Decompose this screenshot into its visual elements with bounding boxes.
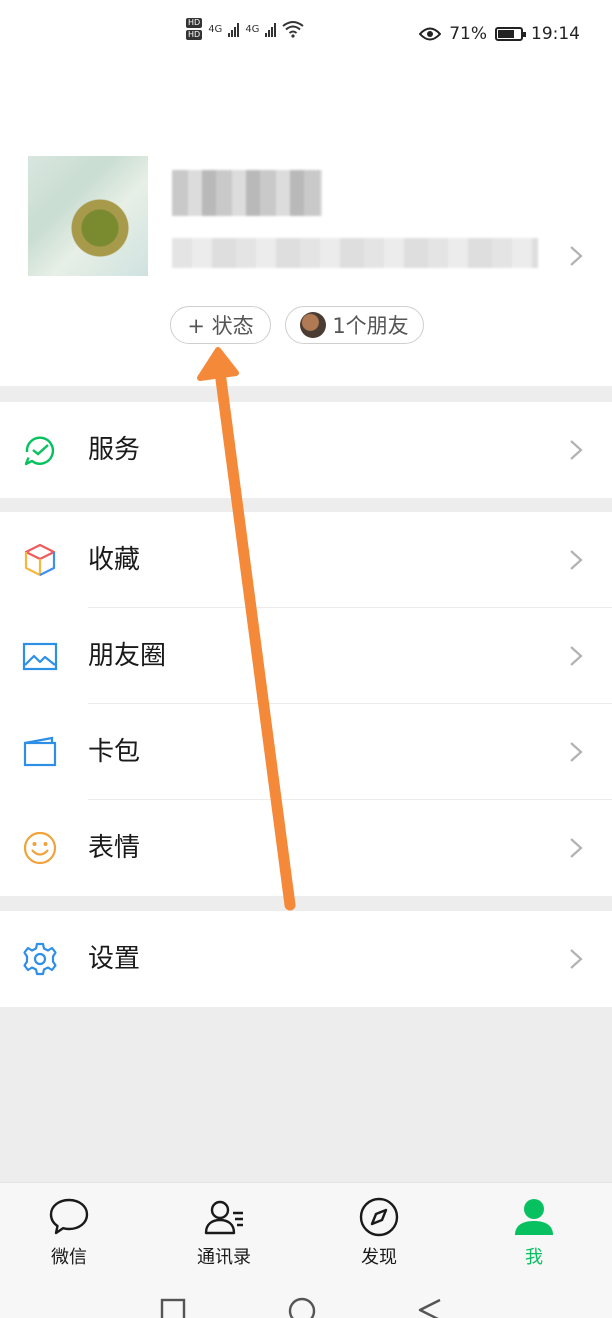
favorites-cube-icon (24, 543, 56, 577)
menu-item-favorites[interactable]: 收藏 (0, 512, 612, 608)
contacts-icon (204, 1200, 243, 1235)
tab-contacts-label: 通讯录 (197, 1247, 251, 1268)
chat-bubble-icon (49, 1198, 89, 1235)
tab-discover[interactable]: 发现 (329, 1195, 429, 1271)
add-status-button[interactable]: + 状态 (170, 306, 271, 344)
signal-icon-2 (265, 21, 277, 37)
friends-label: 1个朋友 (332, 314, 409, 338)
person-filled-icon (515, 1199, 553, 1235)
tab-me[interactable]: 我 (484, 1195, 584, 1271)
hd-badge-1: HD (186, 18, 203, 28)
tab-chats[interactable]: 微信 (19, 1195, 119, 1271)
card-wallet-icon (23, 736, 57, 767)
menu-item-moments[interactable]: 朋友圈 (0, 608, 612, 704)
services-icon (24, 436, 55, 466)
chevron-right-icon (570, 440, 583, 460)
add-status-label: + 状态 (187, 314, 254, 338)
cards-label: 卡包 (88, 737, 141, 767)
menu-item-services[interactable]: 服务 (0, 402, 612, 498)
gear-icon (23, 942, 57, 976)
menu-item-cards[interactable]: 卡包 (0, 704, 612, 800)
wechat-id-redacted (172, 238, 538, 268)
avatar[interactable] (28, 156, 148, 276)
services-label: 服务 (88, 435, 141, 465)
chevron-right-icon (570, 949, 583, 969)
compass-icon (359, 1197, 399, 1237)
signal-icon (228, 21, 240, 37)
friends-status-button[interactable]: 1个朋友 (285, 306, 424, 344)
status-bar: HD HD 4G 4G 71% 19:14 (0, 0, 612, 70)
settings-label: 设置 (88, 944, 141, 974)
tab-discover-label: 发现 (361, 1247, 397, 1268)
chevron-right-icon (570, 246, 583, 266)
friend-avatar (300, 312, 327, 338)
sig-2-label: 4G (245, 23, 260, 35)
sig-1-label: 4G (208, 23, 223, 35)
moments-picture-icon (22, 642, 58, 671)
recents-button[interactable] (160, 1298, 186, 1318)
moments-label: 朋友圈 (88, 641, 167, 671)
tab-chats-label: 微信 (51, 1247, 87, 1268)
hd-badges: HD HD (186, 18, 203, 40)
tab-me-label: 我 (525, 1247, 543, 1268)
chevron-right-icon (570, 838, 583, 858)
smiley-icon (23, 831, 57, 865)
settings-group: 设置 (0, 911, 612, 1007)
services-group: 服务 (0, 402, 612, 498)
chevron-right-icon (570, 550, 583, 570)
chevron-right-icon (570, 646, 583, 666)
stickers-label: 表情 (88, 833, 141, 863)
wifi-icon (282, 21, 305, 38)
clock: 19:14 (531, 24, 580, 44)
battery-icon (495, 27, 526, 41)
system-nav-bar (160, 1297, 441, 1318)
battery-percent: 71% (449, 24, 487, 44)
features-group: 收藏 朋友圈 卡包 表情 (0, 512, 612, 896)
tab-contacts[interactable]: 通讯录 (174, 1195, 274, 1271)
back-button[interactable] (418, 1298, 441, 1318)
network-indicators: HD HD 4G 4G (186, 18, 305, 40)
menu-item-stickers[interactable]: 表情 (0, 800, 612, 896)
status-right: 71% 19:14 (419, 24, 580, 44)
favorites-label: 收藏 (88, 545, 141, 575)
chevron-right-icon (570, 742, 583, 762)
eye-icon (419, 27, 442, 41)
menu-item-settings[interactable]: 设置 (0, 911, 612, 1007)
home-button[interactable] (288, 1297, 316, 1318)
hd-badge-2: HD (186, 30, 203, 40)
nickname-redacted (172, 170, 322, 216)
profile-header[interactable]: + 状态 1个朋友 (0, 70, 612, 386)
